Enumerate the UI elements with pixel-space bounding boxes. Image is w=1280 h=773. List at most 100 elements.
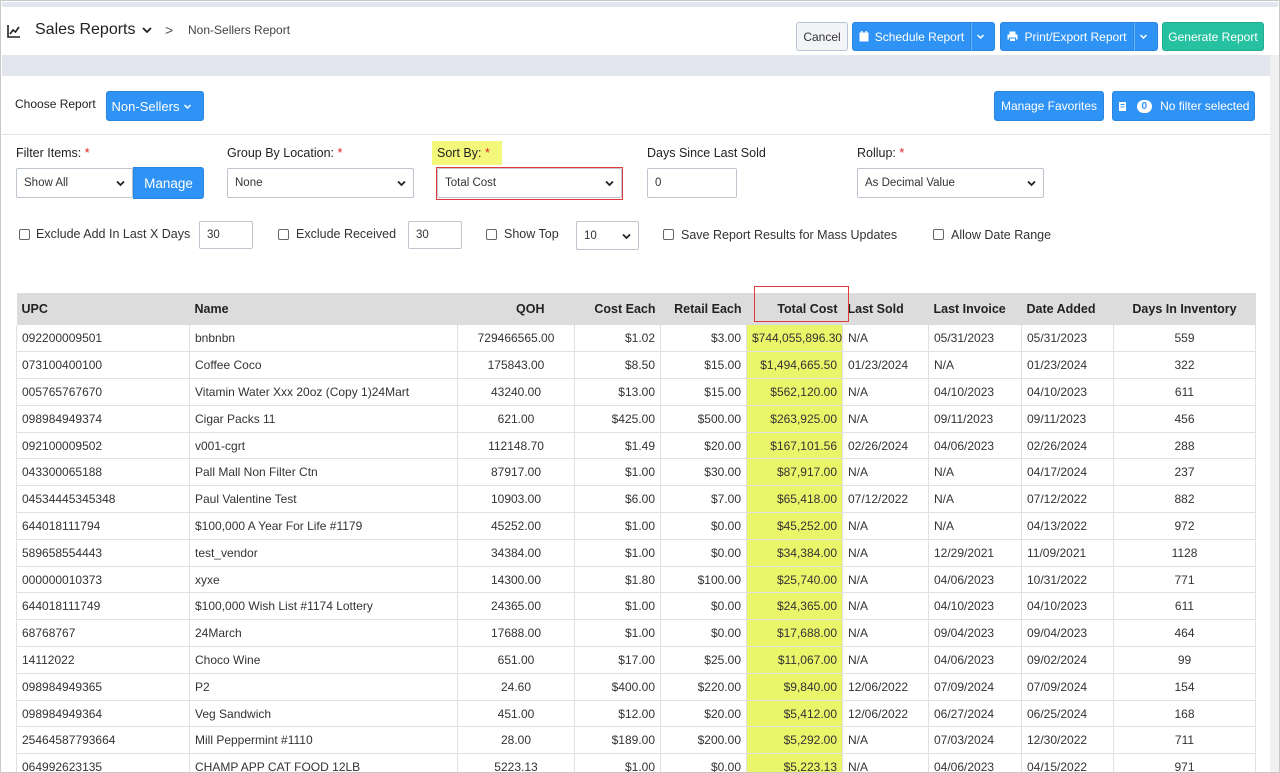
cell-last-sold: N/A xyxy=(842,512,929,540)
table-row[interactable]: 589658554443 test_vendor 34384.00 $1.00 $0.0… xyxy=(16,539,1256,567)
exclude-received-checkbox[interactable] xyxy=(278,229,289,240)
allow-date-range-checkbox[interactable] xyxy=(933,229,944,240)
cell-upc: 005765767670 xyxy=(16,378,190,406)
col-header-qoh[interactable]: QOH xyxy=(457,293,575,325)
table-row[interactable]: 073100400100 Coffee Coco 175843.00 $8.50 $15… xyxy=(16,351,1256,380)
col-header-cost-each[interactable]: Cost Each xyxy=(574,293,661,325)
table-row[interactable]: 000000010373 xyxe 14300.00 $1.80 $100.00 $25,… xyxy=(16,566,1256,594)
table-row[interactable]: 043300065188 Pall Mall Non Filter Ctn 8791… xyxy=(16,458,1256,487)
cell-name: Vitamin Water Xxx 20oz (Copy 1)24Mart xyxy=(189,378,458,406)
table-row[interactable]: 68768767 24March 17688.00 $1.00 $0.00 $17,688… xyxy=(16,619,1256,648)
cell-name: Cigar Packs 11 xyxy=(189,405,458,433)
print-export-button[interactable]: Print/Export Report xyxy=(1000,22,1134,51)
col-header-name[interactable]: Name xyxy=(189,293,458,325)
days-since-input[interactable]: 0 xyxy=(647,168,737,198)
col-header-retail-each[interactable]: Retail Each xyxy=(660,293,747,325)
cell-days-in-inventory: 288 xyxy=(1113,432,1256,460)
exclude-add-input[interactable]: 30 xyxy=(199,221,253,249)
table-row[interactable]: 644018111794 $100,000 A Year For Life #11… xyxy=(16,512,1256,540)
filter-status-button[interactable]: 0 No filter selected xyxy=(1112,91,1255,121)
cell-qoh: 14300.00 xyxy=(457,566,575,594)
group-by-select[interactable]: None xyxy=(227,168,414,198)
cell-date-added: 09/02/2024 xyxy=(1021,646,1114,674)
cell-qoh: 17688.00 xyxy=(457,619,575,648)
cell-cost-each: $189.00 xyxy=(574,726,661,755)
cell-cost-each: $8.50 xyxy=(574,351,661,380)
col-header-days-in-inventory[interactable]: Days In Inventory xyxy=(1113,293,1256,325)
cell-date-added: 07/09/2024 xyxy=(1021,673,1114,701)
cell-total-cost: $11,067.00 xyxy=(746,646,843,674)
table-row[interactable]: 25464587793664 Mill Peppermint #1110 28.00… xyxy=(16,726,1256,755)
cell-days-in-inventory: 237 xyxy=(1113,458,1256,487)
table-row[interactable]: 064992623135 CHAMP APP CAT FOOD 12LB 5223.… xyxy=(16,753,1256,772)
table-row[interactable]: 14112022 Choco Wine 651.00 $17.00 $25.00 $11,… xyxy=(16,646,1256,674)
cell-date-added: 04/17/2024 xyxy=(1021,458,1114,487)
days-since-label: Days Since Last Sold xyxy=(647,146,766,160)
col-header-upc[interactable]: UPC xyxy=(16,293,190,325)
table-row[interactable]: 098984949374 Cigar Packs 11 621.00 $425.00 $… xyxy=(16,405,1256,433)
rollup-select[interactable]: As Decimal Value xyxy=(857,168,1044,198)
col-header-date-added[interactable]: Date Added xyxy=(1021,293,1114,325)
generate-report-button[interactable]: Generate Report xyxy=(1162,22,1264,51)
show-top-label: Show Top xyxy=(504,227,559,241)
cell-name: $100,000 A Year For Life #1179 xyxy=(189,512,458,540)
cell-last-invoice: 06/27/2024 xyxy=(928,700,1022,728)
cell-qoh: 451.00 xyxy=(457,700,575,728)
table-row[interactable]: 092200009501 bnbnbn 729466565.00 $1.02 $3.00… xyxy=(16,325,1256,353)
table-row[interactable]: 092100009502 v001-cgrt 112148.70 $1.49 $20.0… xyxy=(16,432,1256,460)
cell-total-cost: $562,120.00 xyxy=(746,378,843,406)
cell-date-added: 01/23/2024 xyxy=(1021,351,1114,380)
table-row[interactable]: 644018111749 $100,000 Wish List #1174 Lot… xyxy=(16,592,1256,621)
cell-days-in-inventory: 611 xyxy=(1113,378,1256,406)
cell-retail-each: $500.00 xyxy=(660,405,747,433)
report-select-label: Non-Sellers xyxy=(111,98,180,114)
cell-days-in-inventory: 99 xyxy=(1113,646,1256,674)
filter-items-select[interactable]: Show All xyxy=(16,168,133,198)
chevron-down-icon[interactable] xyxy=(140,23,154,37)
breadcrumb: Non-Sellers Report xyxy=(188,23,291,37)
col-header-last-invoice[interactable]: Last Invoice xyxy=(928,293,1022,325)
table-row[interactable]: 04534445345348 Paul Valentine Test 10903.0… xyxy=(16,485,1256,514)
cell-cost-each: $1.00 xyxy=(574,539,661,567)
cell-date-added: 11/09/2021 xyxy=(1021,539,1114,567)
cell-name: CHAMP APP CAT FOOD 12LB xyxy=(189,753,458,772)
cell-date-added: 04/15/2022 xyxy=(1021,753,1114,772)
save-results-checkbox[interactable] xyxy=(663,229,674,240)
cell-last-invoice: 04/06/2023 xyxy=(928,432,1022,460)
schedule-report-button[interactable]: Schedule Report xyxy=(852,22,971,51)
cancel-button[interactable]: Cancel xyxy=(796,22,848,51)
filter-icon xyxy=(1118,101,1126,111)
table-row[interactable]: 005765767670 Vitamin Water Xxx 20oz (Copy… xyxy=(16,378,1256,406)
exclude-add-label: Exclude Add In Last X Days xyxy=(36,227,191,241)
cell-total-cost: $5,292.00 xyxy=(746,726,843,755)
cell-last-sold: N/A xyxy=(842,405,929,433)
print-dropdown-button[interactable] xyxy=(1134,22,1158,51)
col-header-last-sold[interactable]: Last Sold xyxy=(842,293,929,325)
manage-button[interactable]: Manage xyxy=(133,167,204,199)
cell-retail-each: $0.00 xyxy=(660,512,747,540)
show-top-select[interactable]: 10 xyxy=(576,221,639,250)
table-row[interactable]: 098984949364 Veg Sandwich 451.00 $12.00 $20.… xyxy=(16,700,1256,728)
cell-retail-each: $0.00 xyxy=(660,539,747,567)
cell-name: Paul Valentine Test xyxy=(189,485,458,514)
cell-qoh: 87917.00 xyxy=(457,458,575,487)
cell-total-cost: $1,494,665.50 xyxy=(746,351,843,380)
chevron-down-icon xyxy=(622,233,631,240)
exclude-received-input[interactable]: 30 xyxy=(408,221,462,249)
cell-total-cost: $87,917.00 xyxy=(746,458,843,487)
cell-qoh: 10903.00 xyxy=(457,485,575,514)
schedule-dropdown-button[interactable] xyxy=(971,22,995,51)
table-row[interactable]: 098984949365 P2 24.60 $400.00 $220.00 $9,840.… xyxy=(16,673,1256,701)
show-top-checkbox[interactable] xyxy=(486,229,497,240)
manage-favorites-button[interactable]: Manage Favorites xyxy=(994,91,1104,121)
cell-retail-each: $20.00 xyxy=(660,432,747,460)
cell-qoh: 28.00 xyxy=(457,726,575,755)
cell-total-cost: $9,840.00 xyxy=(746,673,843,701)
printer-icon xyxy=(1007,31,1018,42)
report-select-button[interactable]: Non-Sellers xyxy=(106,91,204,121)
cell-cost-each: $1.00 xyxy=(574,592,661,621)
cell-total-cost: $65,418.00 xyxy=(746,485,843,514)
scrollbar[interactable] xyxy=(1270,55,1279,772)
cell-total-cost: $25,740.00 xyxy=(746,566,843,594)
exclude-add-checkbox[interactable] xyxy=(19,229,30,240)
